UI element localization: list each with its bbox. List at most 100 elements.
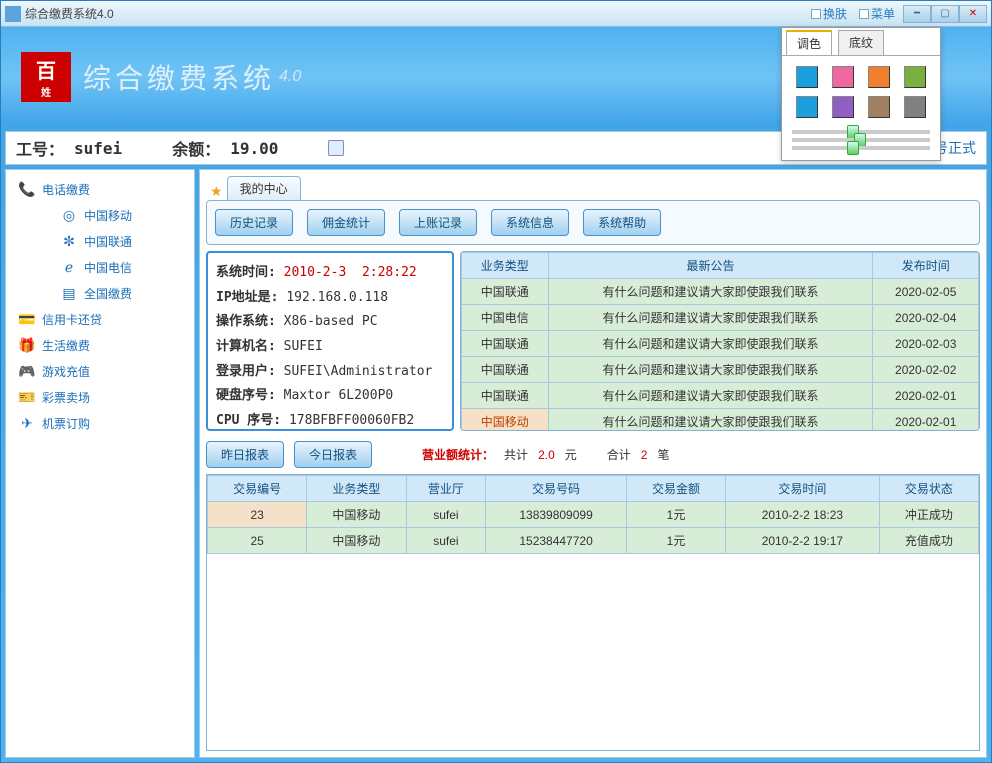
color-swatch[interactable] <box>832 96 854 118</box>
nav-item[interactable]: ✈机票订购 <box>8 410 192 436</box>
tab-my-center[interactable]: 我的中心 <box>227 176 301 200</box>
slider-row <box>782 144 940 152</box>
color-swatch[interactable] <box>868 66 890 88</box>
nav-item[interactable]: ✼中国联通 <box>8 228 192 254</box>
nav-item[interactable]: ◎ 中国移动 <box>8 202 192 228</box>
cell: 有什么问题和建议请大家即使跟我们联系 <box>548 279 873 305</box>
color-swatch[interactable] <box>832 66 854 88</box>
nav-label: 电话缴费 <box>42 181 90 198</box>
cell: 23 <box>208 502 307 528</box>
nav-item[interactable]: ▤ 全国缴费 <box>8 280 192 306</box>
nav-item[interactable]: ℯ中国电信 <box>8 254 192 280</box>
theme-tab-texture[interactable]: 底纹 <box>838 30 884 55</box>
toolbar-button[interactable]: 系统帮助 <box>583 209 661 236</box>
sys-time: 2:28:22 <box>362 265 417 280</box>
cell: 15238447720 <box>486 528 627 554</box>
tx-row[interactable]: 25中国移动sufei152384477201元2010-2-2 19:17充值… <box>208 528 979 554</box>
cell: 中国联通 <box>462 357 549 383</box>
star-icon: ★ <box>210 183 223 200</box>
cell: 2010-2-2 18:23 <box>726 502 880 528</box>
cell: 1元 <box>626 528 725 554</box>
cell: 25 <box>208 528 307 554</box>
nav-icon: ◎ <box>60 206 78 224</box>
nav-icon: 🎮 <box>18 362 36 380</box>
skin-link-label: 换肤 <box>823 5 847 22</box>
skin-link[interactable]: 换肤 <box>811 5 847 22</box>
announce-row[interactable]: 中国联通有什么问题和建议请大家即使跟我们联系2020-02-01 <box>462 383 979 409</box>
window-controls: ━ ▢ ✕ <box>903 5 987 23</box>
cell: 有什么问题和建议请大家即使跟我们联系 <box>548 331 873 357</box>
window-title: 综合缴费系统4.0 <box>25 5 811 22</box>
cell: sufei <box>406 502 486 528</box>
announce-row[interactable]: 中国联通有什么问题和建议请大家即使跟我们联系2020-02-05 <box>462 279 979 305</box>
worker-label: 工号： <box>16 136 64 160</box>
cell: 有什么问题和建议请大家即使跟我们联系 <box>548 305 873 331</box>
stat-title: 营业额统计： <box>422 446 494 463</box>
nav-item[interactable]: 🎫 彩票卖场 <box>8 384 192 410</box>
nav-item[interactable]: 🎮游戏充值 <box>8 358 192 384</box>
slider-track[interactable] <box>792 146 930 150</box>
maximize-button[interactable]: ▢ <box>931 5 959 23</box>
nav-icon: ▤ <box>60 284 78 302</box>
tx-table: 交易编号业务类型营业厅交易号码交易金额交易时间交易状态23中国移动sufei13… <box>206 474 980 751</box>
stat-total-label: 共计 <box>504 446 528 463</box>
ip-value: 192.168.0.118 <box>286 290 388 305</box>
banner-version: 4.0 <box>279 68 301 86</box>
color-swatch[interactable] <box>796 96 818 118</box>
toolbar-button[interactable]: 佣金统计 <box>307 209 385 236</box>
nav-label: 彩票卖场 <box>42 389 90 406</box>
tx-row[interactable]: 23中国移动sufei138398090991元2010-2-2 18:23冲正… <box>208 502 979 528</box>
hd-label: 硬盘序号: <box>216 388 276 403</box>
color-swatch[interactable] <box>904 66 926 88</box>
announce-row[interactable]: 中国电信有什么问题和建议请大家即使跟我们联系2020-02-04 <box>462 305 979 331</box>
body: 📞电话缴费 ◎ 中国移动 ✼中国联通ℯ中国电信 ▤ 全国缴费 💳信用卡还贷🎁生活缴费🎮游戏充… <box>1 169 991 762</box>
color-swatch[interactable] <box>904 96 926 118</box>
hd-value: Maxtor 6L200P0 <box>284 388 394 403</box>
color-swatch[interactable] <box>796 66 818 88</box>
speaker-icon[interactable] <box>328 140 344 156</box>
toolbar-button[interactable]: 历史记录 <box>215 209 293 236</box>
cell: 中国移动 <box>462 409 549 432</box>
balance-value: 19.00 <box>230 139 278 158</box>
color-swatch[interactable] <box>868 96 890 118</box>
announce-row[interactable]: 中国联通有什么问题和建议请大家即使跟我们联系2020-02-02 <box>462 357 979 383</box>
cell: 中国联通 <box>462 383 549 409</box>
nav-item[interactable]: 🎁生活缴费 <box>8 332 192 358</box>
cell: 2010-2-2 19:17 <box>726 528 880 554</box>
nav-label: 中国联通 <box>84 233 132 250</box>
nav-label: 信用卡还贷 <box>42 311 102 328</box>
announce-row[interactable]: 中国移动有什么问题和建议请大家即使跟我们联系2020-02-01 <box>462 409 979 432</box>
toolbar-button[interactable]: 上账记录 <box>399 209 477 236</box>
theme-tab-color[interactable]: 调色 <box>786 30 832 55</box>
banner-title: 综合缴费系统 <box>83 57 275 97</box>
nav-label: 全国缴费 <box>84 285 132 302</box>
pc-value: SUFEI <box>284 339 323 354</box>
announce-row[interactable]: 中国联通有什么问题和建议请大家即使跟我们联系2020-02-03 <box>462 331 979 357</box>
nav-item[interactable]: 📞电话缴费 <box>8 176 192 202</box>
close-button[interactable]: ✕ <box>959 5 987 23</box>
slider-track[interactable] <box>792 138 930 142</box>
cpu-label: CPU 序号: <box>216 413 281 428</box>
slider-row <box>782 136 940 144</box>
tab-header: ★ 我的中心 <box>206 176 980 200</box>
cell: 有什么问题和建议请大家即使跟我们联系 <box>548 357 873 383</box>
cell: 中国电信 <box>462 305 549 331</box>
minimize-button[interactable]: ━ <box>903 5 931 23</box>
stat-count-label: 合计 <box>607 446 631 463</box>
user-value: SUFEI\Administrator <box>284 364 433 379</box>
menu-link[interactable]: 菜单 <box>859 5 895 22</box>
nav-item[interactable]: 💳信用卡还贷 <box>8 306 192 332</box>
sys-time-label: 系统时间: <box>216 265 276 280</box>
toolbar-button[interactable]: 系统信息 <box>491 209 569 236</box>
today-report-button[interactable]: 今日报表 <box>294 441 372 468</box>
nav-label: 中国移动 <box>84 207 132 224</box>
title-links: 换肤 菜单 <box>811 5 895 22</box>
nav-icon: 🎫 <box>18 388 36 406</box>
col-header: 交易状态 <box>879 476 978 502</box>
cpu-value: 178BFBFF00060FB2 <box>289 413 414 428</box>
slider-thumb[interactable] <box>847 141 859 155</box>
stat-total-unit: 元 <box>565 446 577 463</box>
yesterday-report-button[interactable]: 昨日报表 <box>206 441 284 468</box>
col-header: 交易号码 <box>486 476 627 502</box>
cell: 2020-02-02 <box>873 357 979 383</box>
